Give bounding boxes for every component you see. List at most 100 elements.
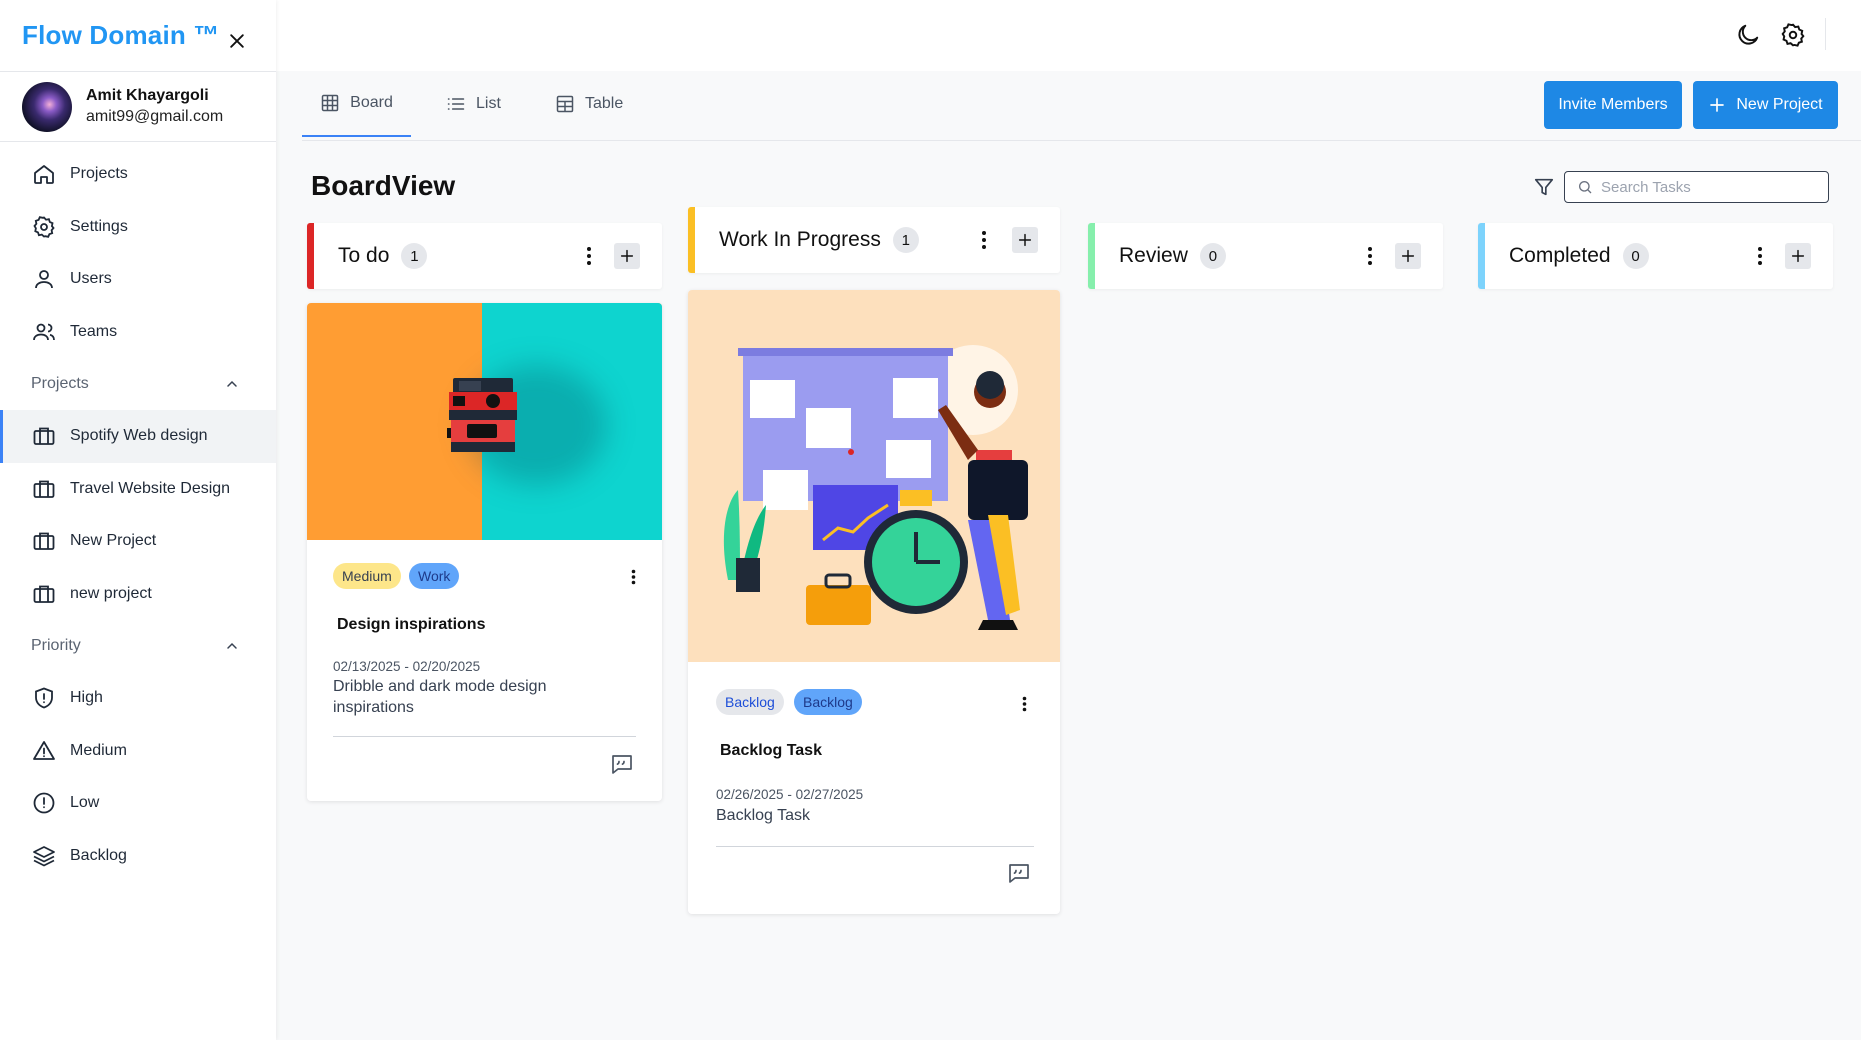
task-card[interactable]: Backlog Backlog Backlog Task 02/26/2025 … — [688, 290, 1060, 914]
table-icon — [555, 94, 575, 114]
sidebar-item-medium[interactable]: Medium — [0, 725, 276, 778]
section-label: Priority — [31, 637, 81, 654]
task-card[interactable]: Medium Work Design inspirations 02/13/20… — [307, 303, 662, 801]
column-title: Work In Progress — [719, 228, 881, 251]
comment-button[interactable] — [609, 751, 635, 777]
close-sidebar-button[interactable] — [224, 28, 250, 54]
sidebar-item-projects[interactable]: Projects — [0, 148, 276, 201]
chevron-up-icon — [224, 376, 240, 392]
list-icon — [446, 94, 466, 114]
card-cover-image — [307, 303, 662, 540]
column-add-task-button[interactable] — [1395, 243, 1421, 269]
header-divider — [1825, 18, 1826, 50]
column-accent — [307, 223, 314, 289]
camera-illustration — [447, 378, 517, 452]
column-more-button[interactable] — [973, 227, 995, 253]
planning-illustration — [723, 345, 1028, 630]
sidebar-item-spotify-web-design[interactable]: Spotify Web design — [0, 410, 276, 463]
column-count-badge: 0 — [1622, 243, 1649, 269]
briefcase-icon — [31, 476, 57, 502]
gear-icon — [1780, 22, 1806, 48]
sidebar-item-label: Projects — [70, 165, 128, 183]
briefcase-icon — [31, 528, 57, 554]
filter-icon — [1533, 176, 1555, 198]
grid-icon — [320, 93, 340, 113]
sidebar-item-high[interactable]: High — [0, 672, 276, 725]
sidebar-item-label: Backlog — [70, 846, 127, 864]
more-vertical-icon — [587, 247, 591, 265]
circle-alert-icon — [31, 790, 57, 816]
priority-tag[interactable]: Medium — [333, 563, 401, 589]
home-icon — [31, 161, 57, 187]
user-name: Amit Khayargoli — [86, 86, 209, 104]
briefcase-icon — [31, 581, 57, 607]
sidebar-item-new-project-lower[interactable]: new project — [0, 568, 276, 621]
sidebar-item-label: Users — [70, 270, 112, 288]
sidebar-item-backlog[interactable]: Backlog — [0, 830, 276, 883]
dark-mode-toggle[interactable] — [1733, 20, 1763, 50]
comment-button[interactable] — [1006, 860, 1032, 886]
column-more-button[interactable] — [1749, 243, 1771, 269]
page-title: BoardView — [311, 170, 456, 201]
category-tag[interactable]: Backlog — [794, 689, 862, 715]
card-description: Dribble and dark mode design inspiration… — [333, 678, 547, 716]
sidebar-item-label: High — [70, 689, 103, 707]
top-header — [276, 0, 1861, 71]
sidebar-item-low[interactable]: Low — [0, 777, 276, 830]
card-more-button[interactable] — [623, 565, 643, 589]
comment-icon — [1009, 864, 1029, 883]
sidebar-item-teams[interactable]: Teams — [0, 306, 276, 359]
card-more-button[interactable] — [1014, 692, 1034, 716]
sidebar-item-new-project[interactable]: New Project — [0, 515, 276, 568]
more-vertical-icon — [1022, 696, 1026, 712]
sidebar-item-users[interactable]: Users — [0, 253, 276, 306]
new-project-label: New Project — [1736, 96, 1823, 113]
search-box — [1564, 171, 1829, 203]
sidebar-item-label: Low — [70, 794, 100, 812]
app-logo[interactable]: Flow Domain ™ — [22, 20, 220, 51]
new-project-button[interactable]: New Project — [1693, 81, 1838, 129]
card-description: Backlog Task — [716, 807, 810, 824]
sidebar-item-settings[interactable]: Settings — [0, 201, 276, 254]
more-vertical-icon — [1758, 247, 1762, 265]
tab-table[interactable]: Table — [555, 71, 623, 137]
briefcase-icon — [31, 423, 57, 449]
users-icon — [31, 319, 57, 345]
projects-section-toggle[interactable]: Projects — [0, 358, 276, 410]
column-more-button[interactable] — [1359, 243, 1381, 269]
category-tag[interactable]: Work — [409, 563, 460, 589]
sidebar-item-label: New Project — [70, 532, 157, 550]
sidebar-item-label: Spotify Web design — [70, 427, 208, 445]
column-add-task-button[interactable] — [1012, 227, 1038, 253]
search-input[interactable] — [1601, 178, 1821, 196]
more-vertical-icon — [1368, 247, 1372, 265]
column-header-completed: Completed 0 — [1478, 223, 1833, 289]
column-accent — [1088, 223, 1095, 289]
comment-icon — [612, 755, 632, 774]
search-icon — [1577, 179, 1593, 195]
filter-button[interactable] — [1531, 174, 1557, 200]
tab-board[interactable]: Board — [302, 71, 411, 137]
column-add-task-button[interactable] — [614, 243, 640, 269]
plus-icon — [1708, 96, 1726, 114]
user-icon — [31, 266, 57, 292]
priority-tag[interactable]: Backlog — [716, 689, 784, 715]
tab-list[interactable]: List — [446, 71, 501, 137]
priority-section-toggle[interactable]: Priority — [0, 620, 276, 672]
card-divider — [716, 846, 1034, 847]
column-title: Completed — [1509, 244, 1611, 267]
settings-button[interactable] — [1778, 20, 1808, 50]
sidebar-item-travel-website-design[interactable]: Travel Website Design — [0, 463, 276, 516]
invite-members-button[interactable]: Invite Members — [1544, 81, 1682, 129]
column-header-todo: To do 1 — [307, 223, 662, 289]
avatar — [22, 81, 72, 132]
plus-icon — [620, 249, 634, 263]
user-profile[interactable]: Amit Khayargoli amit99@gmail.com — [0, 71, 276, 142]
more-vertical-icon — [982, 231, 986, 249]
card-divider — [333, 736, 636, 737]
card-title: Design inspirations — [337, 616, 486, 633]
column-more-button[interactable] — [578, 243, 600, 269]
gear-icon — [31, 214, 57, 240]
column-add-task-button[interactable] — [1785, 243, 1811, 269]
column-title: To do — [338, 244, 390, 267]
